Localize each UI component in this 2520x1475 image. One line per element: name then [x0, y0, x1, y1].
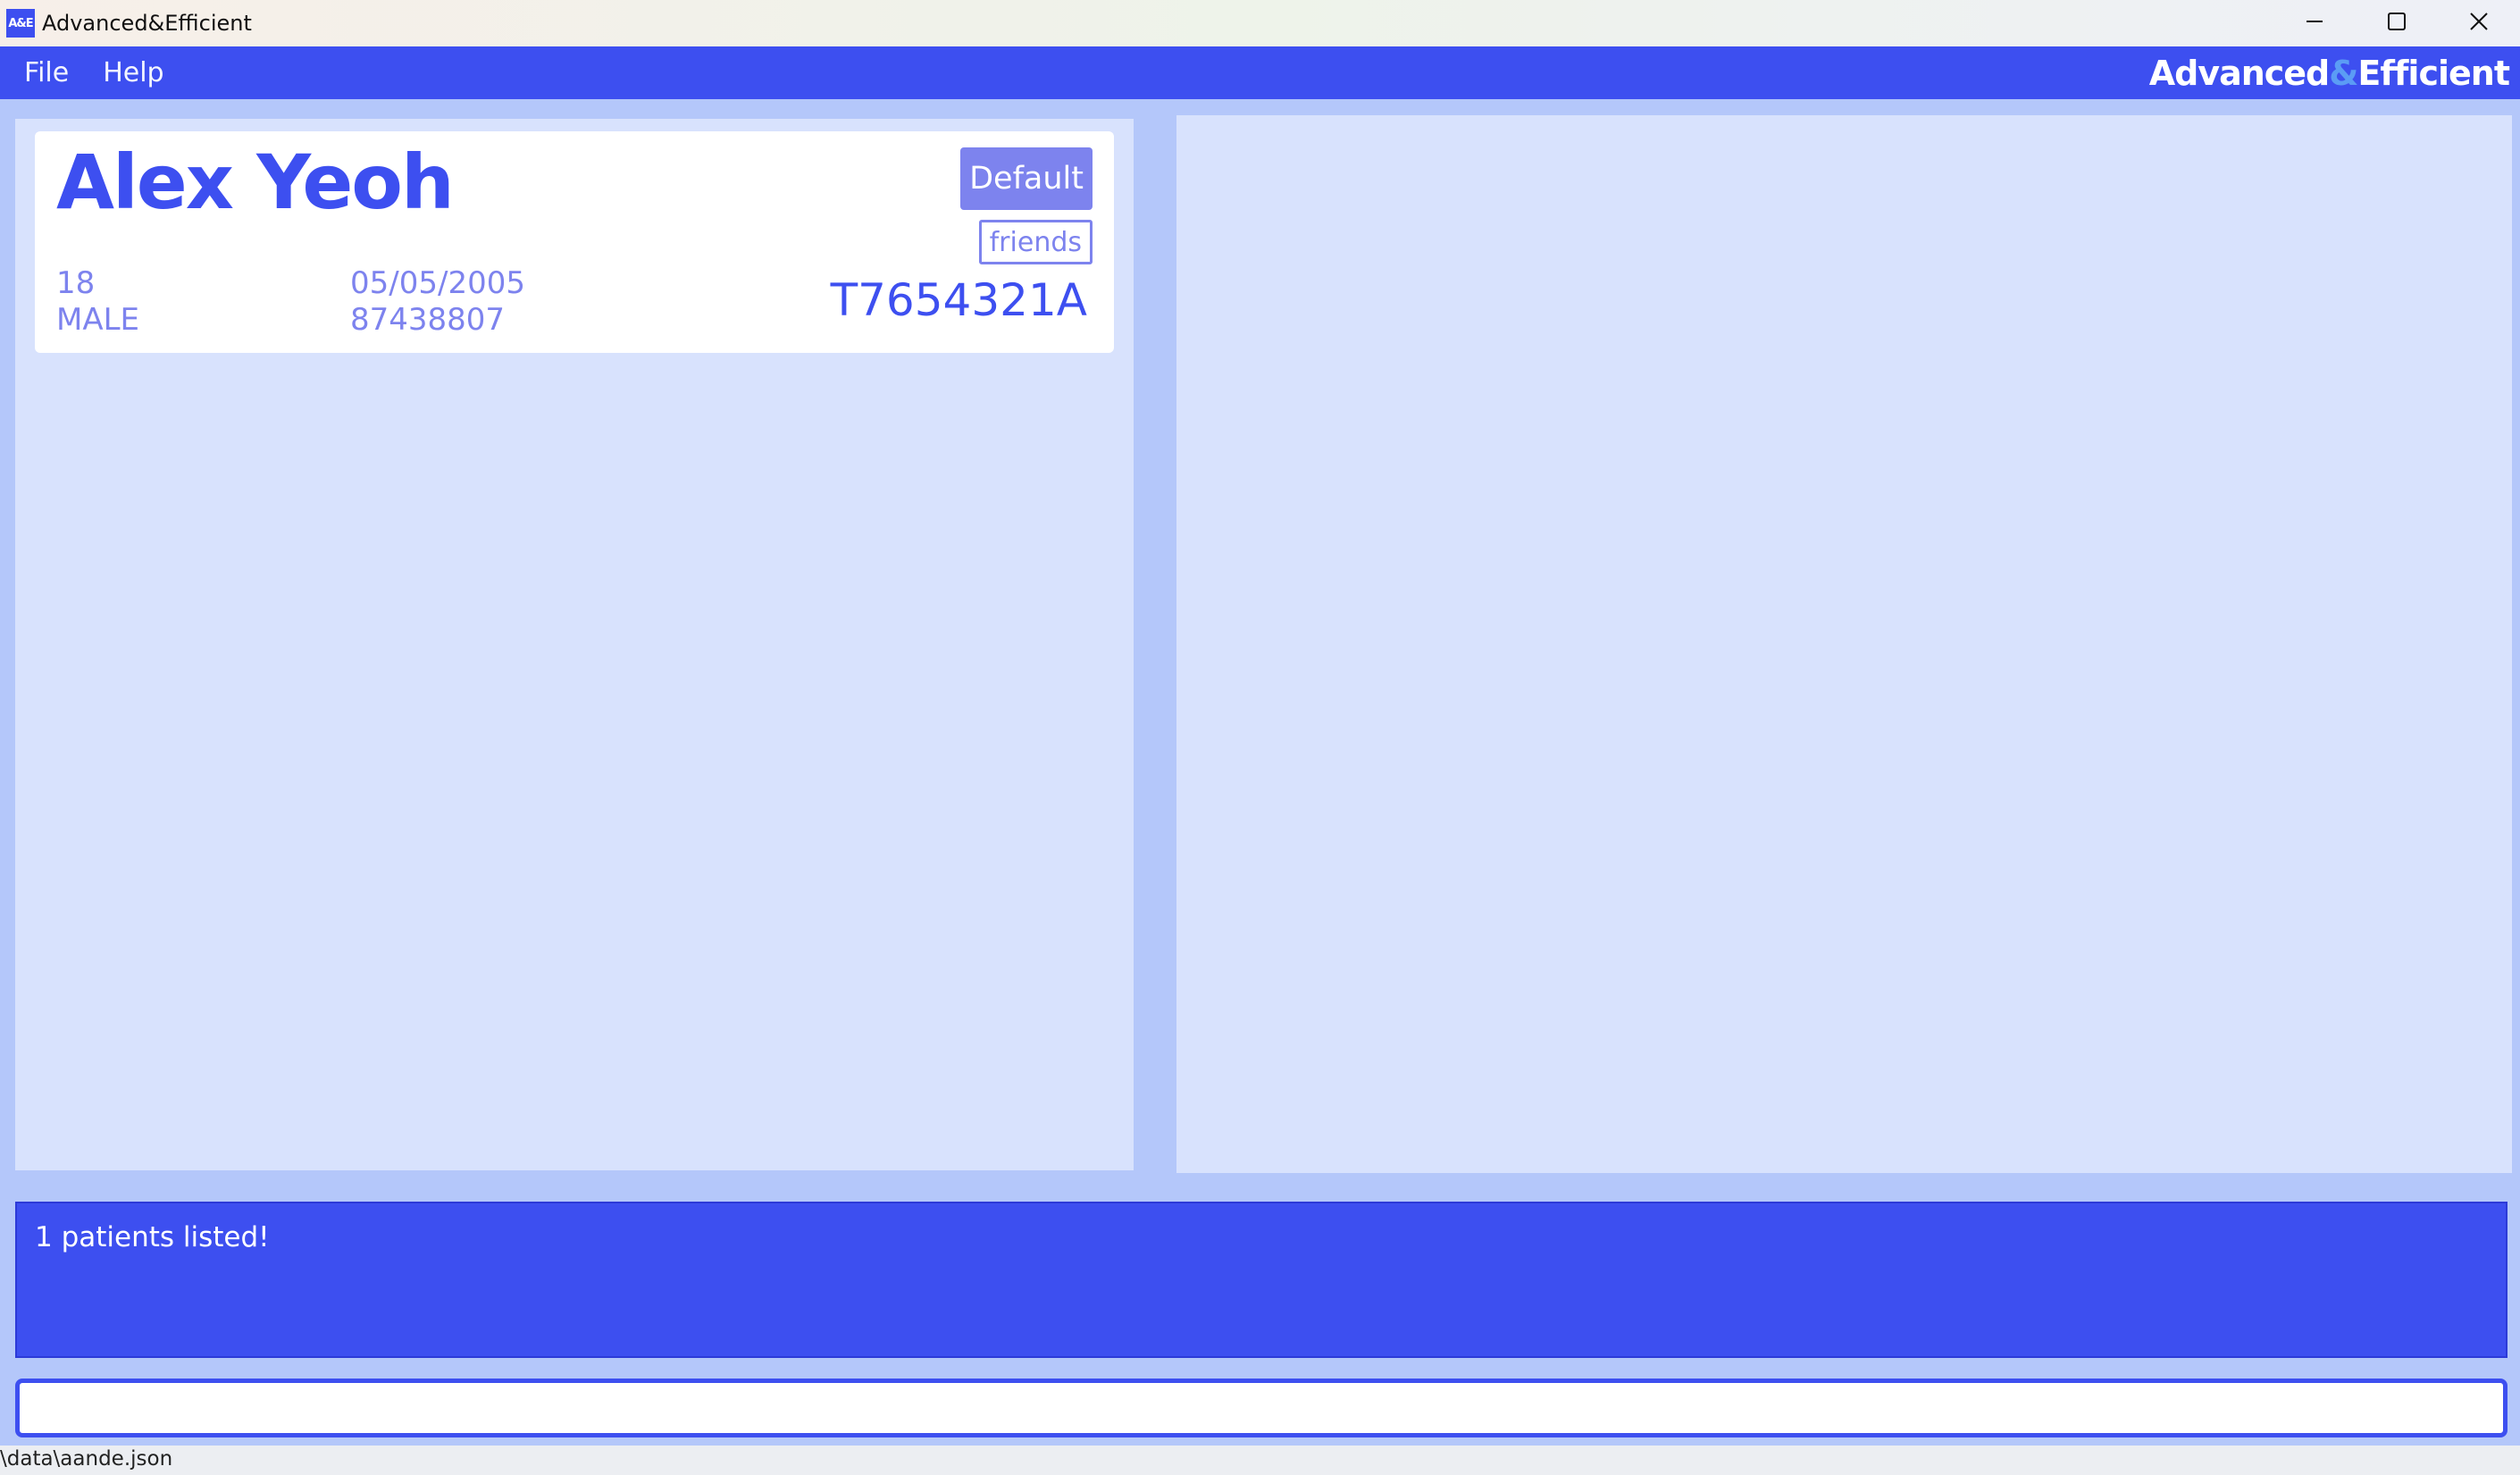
brand-suffix: Efficient: [2357, 54, 2510, 93]
priority-badge: Default: [960, 147, 1093, 210]
minimize-icon: [2307, 21, 2323, 22]
minimize-button[interactable]: [2273, 0, 2356, 43]
window-title: Advanced&Efficient: [42, 11, 252, 36]
command-input[interactable]: [15, 1379, 2507, 1437]
close-button[interactable]: [2438, 0, 2520, 43]
result-display: 1 patients listed!: [15, 1202, 2507, 1358]
close-icon: [2470, 13, 2488, 30]
patient-nric: T7654321A: [830, 274, 1087, 326]
brand-ampersand: &: [2329, 54, 2358, 93]
patient-name: Alex Yeoh: [56, 138, 455, 226]
menu-bar: File Help Advanced&Efficient: [0, 46, 2520, 99]
patient-card[interactable]: Alex Yeoh 18 MALE 05/05/2005 87438807 De…: [35, 131, 1114, 353]
result-message: 1 patients listed!: [35, 1221, 270, 1253]
status-bar: \data\aande.json: [0, 1446, 2520, 1475]
maximize-icon: [2388, 13, 2406, 30]
window-titlebar: A&E Advanced&Efficient: [0, 0, 2520, 46]
tag-friends: friends: [978, 220, 1093, 264]
patient-sex: MALE: [56, 302, 140, 338]
menu-help[interactable]: Help: [103, 57, 163, 88]
patient-detail-panel: [1176, 115, 2512, 1173]
menu-file[interactable]: File: [24, 57, 69, 88]
patient-phone: 87438807: [350, 302, 506, 338]
patient-dob: 05/05/2005: [350, 265, 525, 301]
window-controls: [2273, 0, 2520, 43]
brand-prefix: Advanced: [2148, 54, 2331, 93]
patient-list-panel[interactable]: Alex Yeoh 18 MALE 05/05/2005 87438807 De…: [15, 119, 1134, 1170]
brand-logo: Advanced&Efficient: [2148, 54, 2510, 93]
app-icon: A&E: [6, 9, 35, 38]
save-file-path: \data\aande.json: [0, 1447, 173, 1471]
patient-age: 18: [56, 265, 96, 301]
maximize-button[interactable]: [2356, 0, 2438, 43]
